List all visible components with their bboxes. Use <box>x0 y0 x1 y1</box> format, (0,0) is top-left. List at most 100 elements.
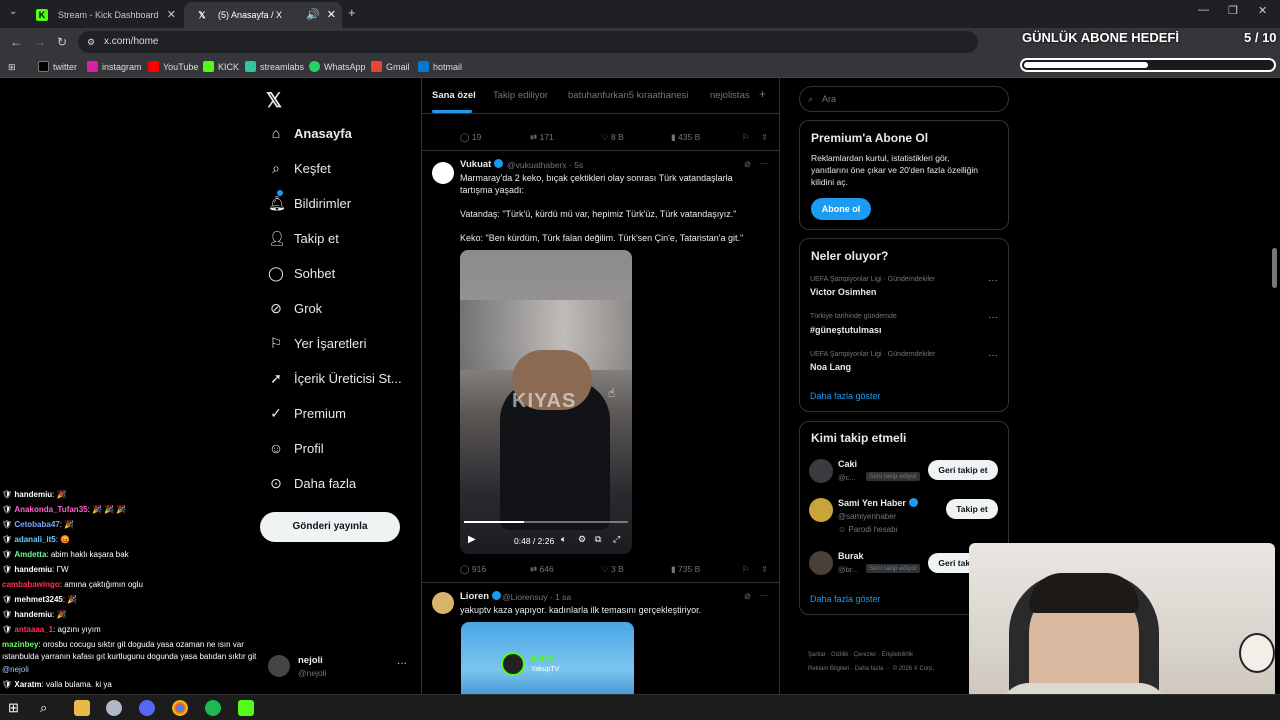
bookmark-youtube[interactable]: YouTube <box>148 60 198 74</box>
play-icon[interactable]: ▶ <box>468 534 476 545</box>
reply-count[interactable]: ◯ 19 <box>460 132 481 143</box>
new-tab-icon[interactable]: + <box>348 5 356 20</box>
sidebar-item-home[interactable]: ⌂ Anasayfa <box>268 122 352 144</box>
avatar[interactable] <box>432 592 454 614</box>
tweet-handle[interactable]: @vukuathaberx · 5s <box>507 160 583 170</box>
fullscreen-icon[interactable]: ⤢ <box>613 534 620 545</box>
trend-name[interactable]: Victor Osimhen <box>810 287 876 297</box>
windows-start-icon[interactable]: ⊞ <box>8 700 24 716</box>
more-icon[interactable]: ··· <box>988 350 998 361</box>
sidebar-item-profile[interactable]: ☺ Profil <box>268 437 324 459</box>
tweet-handle[interactable]: @Liorensuy · 1 sa <box>502 592 571 602</box>
follow-button[interactable]: Takip et <box>946 499 998 519</box>
follow-name[interactable]: Caki <box>838 459 857 469</box>
picture-in-picture-icon[interactable]: ⧉ <box>595 534 601 545</box>
spotify-icon[interactable] <box>205 700 221 716</box>
close-icon[interactable]: ✕ <box>167 2 176 28</box>
bookmark-instagram[interactable]: instagram <box>87 60 142 74</box>
back-icon[interactable]: ← <box>10 35 22 49</box>
search-input[interactable]: ⌕ Ara <box>799 86 1009 112</box>
view-count[interactable]: ▮ 735 B <box>671 564 700 575</box>
avatar[interactable] <box>809 551 833 575</box>
like-count[interactable]: ♡ 8 B <box>601 132 624 143</box>
kick-app-icon[interactable] <box>238 700 254 716</box>
search-icon[interactable]: ⌕ <box>40 700 56 716</box>
volume-icon[interactable]: 🔈︎ <box>561 534 566 545</box>
trend-name[interactable]: Noa Lang <box>810 362 851 372</box>
minimize-icon[interactable]: — <box>1198 4 1209 16</box>
footer-links[interactable]: Reklam Bilgileri · Daha fazla ··· © 2026… <box>808 666 934 672</box>
avatar[interactable] <box>809 459 833 483</box>
forward-icon[interactable]: → <box>34 35 46 49</box>
show-more-link[interactable]: Daha fazla göster <box>810 391 881 401</box>
bookmark-kick[interactable]: KICK <box>203 60 239 74</box>
sidebar-item-grok[interactable]: ⊘ Grok <box>268 297 322 319</box>
sidebar-item-creator-studio[interactable]: ➚ İçerik Üreticisi St... <box>268 367 402 389</box>
more-icon[interactable]: ··· <box>988 312 998 323</box>
grok-icon[interactable]: ⊘ <box>744 159 751 170</box>
follow-back-button[interactable]: Geri takip et <box>928 460 998 480</box>
bookmark-streamlabs[interactable]: streamlabs <box>245 60 304 74</box>
share-icon[interactable]: ⇪ <box>761 564 768 575</box>
site-info-icon[interactable]: ⚙ <box>87 31 95 53</box>
tab-x-home[interactable]: 𝕏 (5) Anasayfa / X 🔊 ✕ <box>184 2 342 28</box>
reload-icon[interactable]: ↻ <box>57 35 67 49</box>
bookmark-whatsapp[interactable]: WhatsApp <box>309 60 366 74</box>
sidebar-item-bookmarks[interactable]: ⚐ Yer İşaretleri <box>268 332 367 354</box>
close-window-icon[interactable]: ✕ <box>1258 4 1267 17</box>
bookmark-hotmail[interactable]: hotmail <box>418 60 462 74</box>
close-icon[interactable]: ✕ <box>327 2 336 28</box>
more-icon[interactable]: ··· <box>760 158 769 168</box>
tab-search-chevron-icon[interactable]: ⌄ <box>9 6 17 17</box>
tweet-author[interactable]: Lioren <box>460 591 502 602</box>
tweet-author[interactable]: Vukuat <box>460 159 504 170</box>
restore-icon[interactable]: ❐ <box>1228 4 1238 17</box>
avatar[interactable] <box>268 655 290 677</box>
tab-list-nejolistas[interactable]: nejolistas <box>710 90 750 101</box>
avatar[interactable] <box>432 162 454 184</box>
sidebar-item-follow[interactable]: 👤︎ Takip et <box>268 227 339 249</box>
speaker-icon[interactable]: 🔊 <box>306 2 320 28</box>
bookmark-icon[interactable]: ⚐ <box>742 564 750 575</box>
add-tab-icon[interactable]: + <box>759 87 766 101</box>
sidebar-item-explore[interactable]: ⌕ Keşfet <box>268 157 331 179</box>
grok-icon[interactable]: ⊘ <box>744 591 751 602</box>
avatar[interactable] <box>809 498 833 522</box>
bookmark-twitter[interactable]: twitter <box>38 60 77 74</box>
show-more-link[interactable]: Daha fazla göster <box>810 594 881 604</box>
url-input[interactable]: ⚙ x.com/home <box>78 31 978 53</box>
footer-links[interactable]: Şartlar · Gizlilik · Çerezler · Erişileb… <box>808 652 913 658</box>
post-button[interactable]: Gönderi yayınla <box>260 512 400 542</box>
sidebar-item-chat[interactable]: ◯ Sohbet <box>268 262 335 284</box>
trend-name[interactable]: #güneştutulması <box>810 325 882 335</box>
sidebar-item-premium[interactable]: ✓ Premium <box>268 402 346 424</box>
file-explorer-icon[interactable] <box>74 700 90 716</box>
sidebar-item-notifications[interactable]: 🔔︎ Bildirimler <box>268 190 351 214</box>
bookmark-gmail[interactable]: Gmail <box>371 60 410 74</box>
discord-icon[interactable] <box>139 700 155 716</box>
scrollbar-thumb[interactable] <box>1272 248 1277 288</box>
app-icon[interactable] <box>106 700 122 716</box>
more-icon[interactable]: ··· <box>988 275 998 286</box>
account-menu-icon[interactable]: ··· <box>397 658 407 669</box>
view-count[interactable]: ▮ 435 B <box>671 132 700 143</box>
more-icon[interactable]: ··· <box>760 590 769 600</box>
x-logo-icon[interactable]: 𝕏 <box>266 88 282 113</box>
tab-following[interactable]: Takip ediliyor <box>493 90 548 101</box>
like-count[interactable]: ♡ 3 B <box>601 564 624 575</box>
tab-for-you[interactable]: Sana özel <box>432 90 476 101</box>
share-icon[interactable]: ⇪ <box>761 132 768 143</box>
tweet-video[interactable]: KIYAS ▶ 0:48 / 2:26 🔈︎ ⚙ ⧉ ⤢ <box>460 250 632 554</box>
chrome-icon[interactable] <box>172 700 188 716</box>
subscribe-button[interactable]: Abone ol <box>811 198 871 220</box>
tab-kick-dashboard[interactable]: K Stream - Kick Dashboard ✕ <box>24 2 182 28</box>
sidebar-item-more[interactable]: ⊙ Daha fazla <box>268 472 356 494</box>
follow-name[interactable]: Burak <box>838 551 864 561</box>
bookmark-icon[interactable]: ⚐ <box>742 132 750 143</box>
settings-icon[interactable]: ⚙ <box>578 534 586 545</box>
follow-name[interactable]: Sami Yen Haber <box>838 498 918 508</box>
tab-list-kiraathane[interactable]: batuhanfurkan5 kıraathanesi <box>568 90 688 101</box>
apps-grid-icon[interactable]: ⊞ <box>8 60 16 74</box>
repost-count[interactable]: ⇄ 171 <box>530 132 554 143</box>
repost-count[interactable]: ⇄ 646 <box>530 564 554 575</box>
